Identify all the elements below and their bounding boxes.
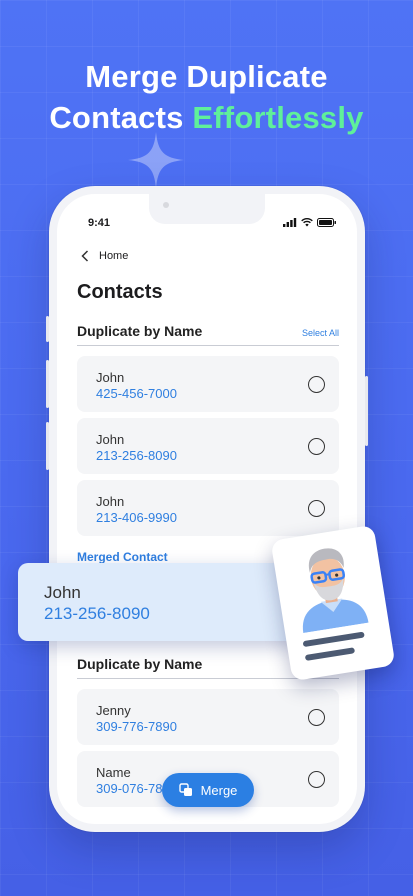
battery-icon <box>317 218 336 227</box>
radio-icon[interactable] <box>308 376 325 393</box>
phone-power-button <box>365 376 368 446</box>
contact-name: John <box>96 432 125 447</box>
section-title: Duplicate by Name <box>77 323 203 339</box>
radio-icon[interactable] <box>308 500 325 517</box>
headline-line-2: Contacts Effortlessly <box>0 97 413 138</box>
phone-silent-switch <box>46 316 49 342</box>
phone-frame: 9:41 Home Contacts Duplicate by Name Sel… <box>46 186 368 832</box>
merged-contact-card: John 213-256-8090 <box>18 563 298 641</box>
merged-contact-phone: 213-256-8090 <box>44 604 150 623</box>
contact-phone: 425-456-7000 <box>96 386 177 401</box>
sparkle-icon <box>128 132 184 188</box>
radio-icon[interactable] <box>308 771 325 788</box>
back-button[interactable]: Home <box>81 250 128 262</box>
contact-name: John <box>96 494 125 509</box>
merged-contact-label: Merged Contact <box>77 550 168 564</box>
headline-line-2-prefix: Contacts <box>49 100 193 135</box>
section-title: Duplicate by Name <box>77 656 203 672</box>
contact-name: John <box>96 370 125 385</box>
headline-line-1: Merge Duplicate <box>85 59 328 94</box>
wifi-icon <box>301 218 313 227</box>
phone-volume-up <box>46 360 49 408</box>
camera-icon <box>163 202 169 208</box>
headline: Merge Duplicate Contacts Effortlessly <box>0 56 413 138</box>
radio-icon[interactable] <box>308 709 325 726</box>
page-title: Contacts <box>77 281 163 303</box>
contact-name: Jenny <box>96 703 131 718</box>
phone-volume-down <box>46 422 49 470</box>
contact-card[interactable]: John 213-256-8090 <box>77 418 339 474</box>
phone-screen: 9:41 Home Contacts Duplicate by Name Sel… <box>57 194 357 824</box>
status-icons <box>283 218 337 227</box>
back-label: Home <box>99 250 129 262</box>
contact-phone: 213-406-9990 <box>96 510 177 525</box>
contact-card[interactable]: John 213-406-9990 <box>77 480 339 536</box>
avatar-card-line <box>302 631 365 648</box>
merged-contact-name: John <box>44 583 81 602</box>
select-all-button[interactable]: Select All <box>302 328 339 338</box>
chevron-left-icon <box>81 250 89 262</box>
contact-phone: 309-776-7890 <box>96 719 177 734</box>
signal-icon <box>283 218 297 227</box>
avatar-card-line <box>304 647 356 661</box>
merge-button[interactable]: Merge <box>162 773 254 807</box>
section-header: Duplicate by Name Select All <box>77 323 339 346</box>
avatar-card <box>270 524 396 682</box>
contact-phone: 309-076-78 <box>96 781 163 796</box>
avatar-icon <box>302 548 369 634</box>
contact-name: Name <box>96 765 131 780</box>
status-time: 9:41 <box>88 217 111 229</box>
contact-card[interactable]: Jenny 309-776-7890 <box>77 689 339 745</box>
notch <box>149 194 265 224</box>
radio-icon[interactable] <box>308 438 325 455</box>
contact-card[interactable]: John 425-456-7000 <box>77 356 339 412</box>
headline-accent: Effortlessly <box>192 100 364 135</box>
contact-phone: 213-256-8090 <box>96 448 177 463</box>
merge-icon <box>178 783 192 796</box>
merge-button-label: Merge <box>200 782 238 798</box>
